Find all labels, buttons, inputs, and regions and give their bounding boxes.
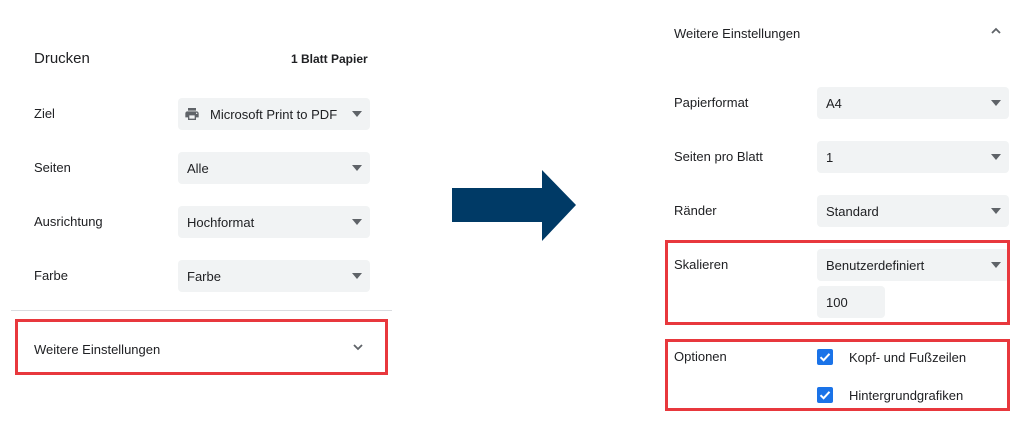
dropdown-caret-icon — [991, 100, 1001, 106]
right-arrow-icon — [452, 170, 576, 241]
paper-size-value: A4 — [826, 95, 842, 111]
label-ausrichtung: Ausrichtung — [34, 214, 103, 229]
dropdown-caret-icon — [352, 165, 362, 171]
orientation-select[interactable]: Hochformat — [178, 206, 370, 238]
color-select[interactable]: Farbe — [178, 260, 370, 292]
label-papierformat: Papierformat — [674, 95, 749, 110]
orientation-value: Hochformat — [187, 214, 255, 230]
dropdown-caret-icon — [352, 219, 362, 225]
color-value: Farbe — [187, 268, 221, 284]
margins-select[interactable]: Standard — [817, 195, 1009, 227]
destination-select[interactable]: Microsoft Print to PDF — [178, 98, 370, 130]
label-seiten-pro-blatt: Seiten pro Blatt — [674, 149, 763, 164]
sheet-count: 1 Blatt Papier — [291, 52, 368, 66]
highlight-scale — [665, 240, 1010, 325]
more-settings-label: Weitere Einstellungen — [674, 26, 801, 41]
divider — [11, 310, 392, 311]
destination-value: Microsoft Print to PDF — [210, 106, 338, 122]
more-settings-toggle-expanded[interactable]: Weitere Einstellungen — [660, 12, 1016, 56]
paper-size-select[interactable]: A4 — [817, 87, 1009, 119]
pages-select[interactable]: Alle — [178, 152, 370, 184]
pages-value: Alle — [187, 160, 209, 176]
label-raender: Ränder — [674, 203, 717, 218]
label-farbe: Farbe — [34, 268, 68, 283]
dropdown-caret-icon — [352, 111, 362, 117]
pages-per-sheet-value: 1 — [826, 149, 834, 165]
dropdown-caret-icon — [352, 273, 362, 279]
label-ziel: Ziel — [34, 106, 55, 121]
label-seiten: Seiten — [34, 160, 71, 175]
chevron-up-icon — [991, 27, 1001, 34]
printer-icon — [185, 108, 199, 120]
dropdown-caret-icon — [991, 154, 1001, 160]
pages-per-sheet-select[interactable]: 1 — [817, 141, 1009, 173]
margins-value: Standard — [826, 203, 879, 219]
dialog-title: Drucken — [34, 50, 90, 67]
highlight-more-settings — [15, 319, 388, 375]
highlight-options — [665, 339, 1010, 411]
dropdown-caret-icon — [991, 208, 1001, 214]
